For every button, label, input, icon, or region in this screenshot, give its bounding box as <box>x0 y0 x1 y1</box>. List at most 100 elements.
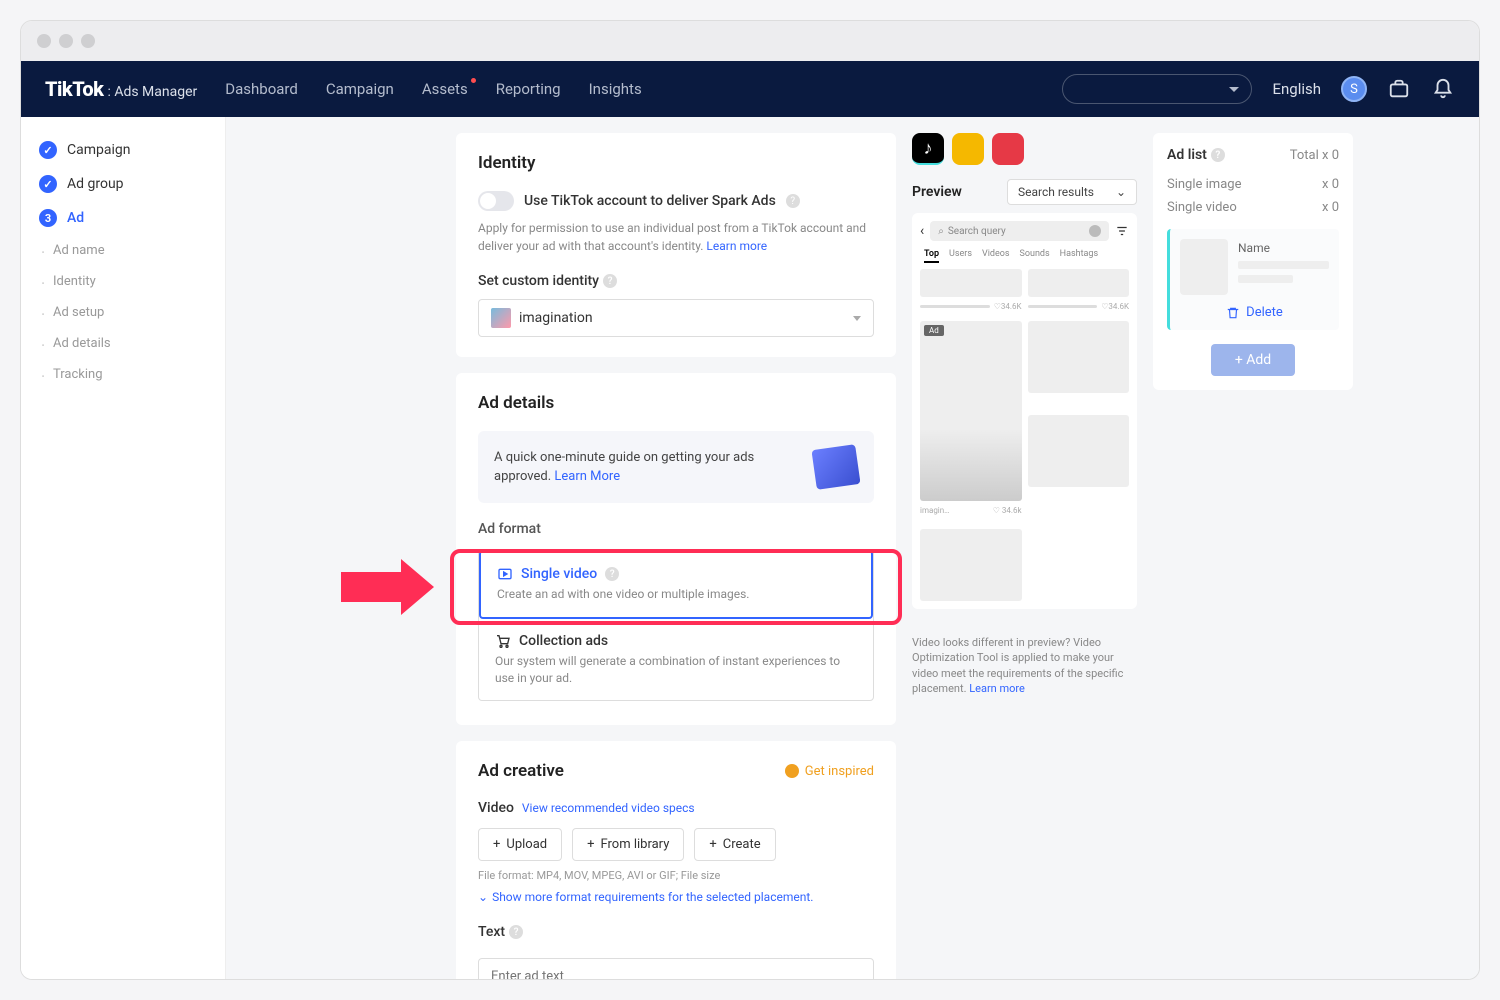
step-campaign-label: Campaign <box>67 142 130 158</box>
mock-ad-preview: Ad imagin…♡ 34.6k <box>920 321 1022 501</box>
tab-videos[interactable]: Videos <box>982 249 1010 263</box>
ad-badge: Ad <box>924 325 944 336</box>
mock-thumb: ♡ 34.6K <box>920 269 1022 297</box>
help-icon[interactable]: ? <box>509 925 523 939</box>
text-label-row: Text ? <box>478 924 874 940</box>
callout-illustration <box>811 444 860 490</box>
main-content: Identity Use TikTok account to deliver S… <box>226 117 1479 979</box>
preview-mockup: ‹ ⌕ Search query Top Users Videos Sounds <box>912 213 1137 609</box>
preview-type-select[interactable]: Search results ⌄ <box>1007 179 1137 205</box>
inspire-text: Get inspired <box>805 764 874 779</box>
nav-dashboard[interactable]: Dashboard <box>225 80 298 98</box>
notification-dot-icon <box>471 78 476 83</box>
details-card: Ad details A quick one-minute guide on g… <box>456 373 896 725</box>
format-options: Single video ? Create an ad with one vid… <box>478 549 874 701</box>
likes-count: 34.6K <box>1108 302 1129 311</box>
nav-right: English S <box>1062 74 1455 104</box>
delete-link[interactable]: Delete <box>1180 305 1329 320</box>
identity-select[interactable]: imagination <box>478 299 874 337</box>
nav-assets[interactable]: Assets <box>422 80 468 98</box>
step-campaign[interactable]: ✓ Campaign <box>21 133 225 167</box>
brand: TikTok : Ads Manager <box>45 77 197 101</box>
creative-header: Ad creative Get inspired <box>478 761 874 781</box>
help-icon[interactable]: ? <box>1211 148 1225 162</box>
tab-users[interactable]: Users <box>949 249 972 263</box>
substep-adsetup[interactable]: Ad setup <box>21 297 225 328</box>
cart-icon <box>495 633 511 649</box>
format-collection-desc: Our system will generate a combination o… <box>495 653 857 687</box>
app-icon-3[interactable] <box>992 133 1024 165</box>
step-ad[interactable]: 3 Ad <box>21 201 225 235</box>
filter-icon[interactable] <box>1115 224 1129 238</box>
video-icon <box>497 566 513 582</box>
help-icon[interactable]: ? <box>605 567 619 581</box>
chevron-down-icon: ⌄ <box>1116 185 1126 199</box>
app-icon-2[interactable] <box>952 133 984 165</box>
text-section: Text ? <box>478 924 874 979</box>
app-window: TikTok : Ads Manager Dashboard Campaign … <box>20 20 1480 980</box>
adlist-image-label: Single image <box>1167 177 1241 192</box>
add-button[interactable]: + Add <box>1211 344 1295 376</box>
step-adgroup[interactable]: ✓ Ad group <box>21 167 225 201</box>
identity-thumbnail <box>491 308 511 328</box>
tiktok-app-icon[interactable]: ♪ <box>912 133 944 165</box>
custom-identity-label: Set custom identity ? <box>478 273 874 289</box>
likes-count: 34.6k <box>1002 506 1022 515</box>
back-icon[interactable]: ‹ <box>920 223 924 239</box>
window-min-dot[interactable] <box>59 34 73 48</box>
show-more-link[interactable]: ⌄ Show more format requirements for the … <box>478 890 874 904</box>
meta-user: imagin… <box>920 506 950 515</box>
create-button[interactable]: +Create <box>694 828 775 861</box>
preview-learn-more-link[interactable]: Learn more <box>969 682 1025 695</box>
mock-search-input[interactable]: ⌕ Search query <box>930 221 1109 241</box>
substep-adname[interactable]: Ad name <box>21 235 225 266</box>
plus-icon: + <box>493 837 500 852</box>
account-select[interactable] <box>1062 74 1252 104</box>
mock-thumb <box>1028 415 1130 487</box>
heart-icon: ♡ <box>994 302 1001 311</box>
spark-toggle[interactable] <box>478 191 514 211</box>
identity-learn-more-link[interactable]: Learn more <box>706 239 767 253</box>
briefcase-icon[interactable] <box>1387 77 1411 101</box>
from-library-button[interactable]: +From library <box>572 828 684 861</box>
bell-icon[interactable] <box>1431 77 1455 101</box>
callout-arrow-icon <box>336 557 436 617</box>
tab-hashtags[interactable]: Hashtags <box>1060 249 1098 263</box>
identity-value: imagination <box>519 310 593 326</box>
language-select[interactable]: English <box>1272 80 1321 98</box>
window-max-dot[interactable] <box>81 34 95 48</box>
substep-addetails[interactable]: Ad details <box>21 328 225 359</box>
ad-text-input[interactable] <box>478 958 874 979</box>
step-ad-label: Ad <box>67 210 84 226</box>
substep-tracking[interactable]: Tracking <box>21 359 225 390</box>
nav-reporting[interactable]: Reporting <box>496 80 561 98</box>
video-row: Video View recommended video specs <box>478 797 874 816</box>
clear-icon[interactable] <box>1089 225 1101 237</box>
step-number-icon: 3 <box>39 209 57 227</box>
nav-campaign[interactable]: Campaign <box>326 80 394 98</box>
nav-insights[interactable]: Insights <box>589 80 642 98</box>
adlist-thumbnail <box>1180 239 1228 295</box>
sidebar: ✓ Campaign ✓ Ad group 3 Ad Ad name Ident… <box>21 117 226 979</box>
adlist-meta: Name <box>1238 239 1329 295</box>
plus-icon: + <box>709 837 716 852</box>
window-close-dot[interactable] <box>37 34 51 48</box>
help-icon[interactable]: ? <box>786 194 800 208</box>
identity-title: Identity <box>478 153 874 173</box>
creative-title: Ad creative <box>478 761 564 781</box>
help-icon[interactable]: ? <box>603 274 617 288</box>
tab-sounds[interactable]: Sounds <box>1020 249 1050 263</box>
upload-button[interactable]: +Upload <box>478 828 562 861</box>
mock-grid: ♡ 34.6K ♡ 34.6K Ad imagin…♡ 34.6k ♡ 34.6… <box>920 269 1129 601</box>
callout-link[interactable]: Learn More <box>554 469 620 484</box>
avatar[interactable]: S <box>1341 76 1367 102</box>
video-specs-link[interactable]: View recommended video specs <box>522 801 695 815</box>
format-single-video[interactable]: Single video ? Create an ad with one vid… <box>479 550 873 619</box>
tab-top[interactable]: Top <box>924 249 939 263</box>
substep-identity[interactable]: Identity <box>21 266 225 297</box>
get-inspired-link[interactable]: Get inspired <box>785 764 874 779</box>
check-icon: ✓ <box>39 175 57 193</box>
format-collection[interactable]: Collection ads Our system will generate … <box>479 619 873 701</box>
preview-select-value: Search results <box>1018 185 1094 199</box>
step-adgroup-label: Ad group <box>67 176 124 192</box>
